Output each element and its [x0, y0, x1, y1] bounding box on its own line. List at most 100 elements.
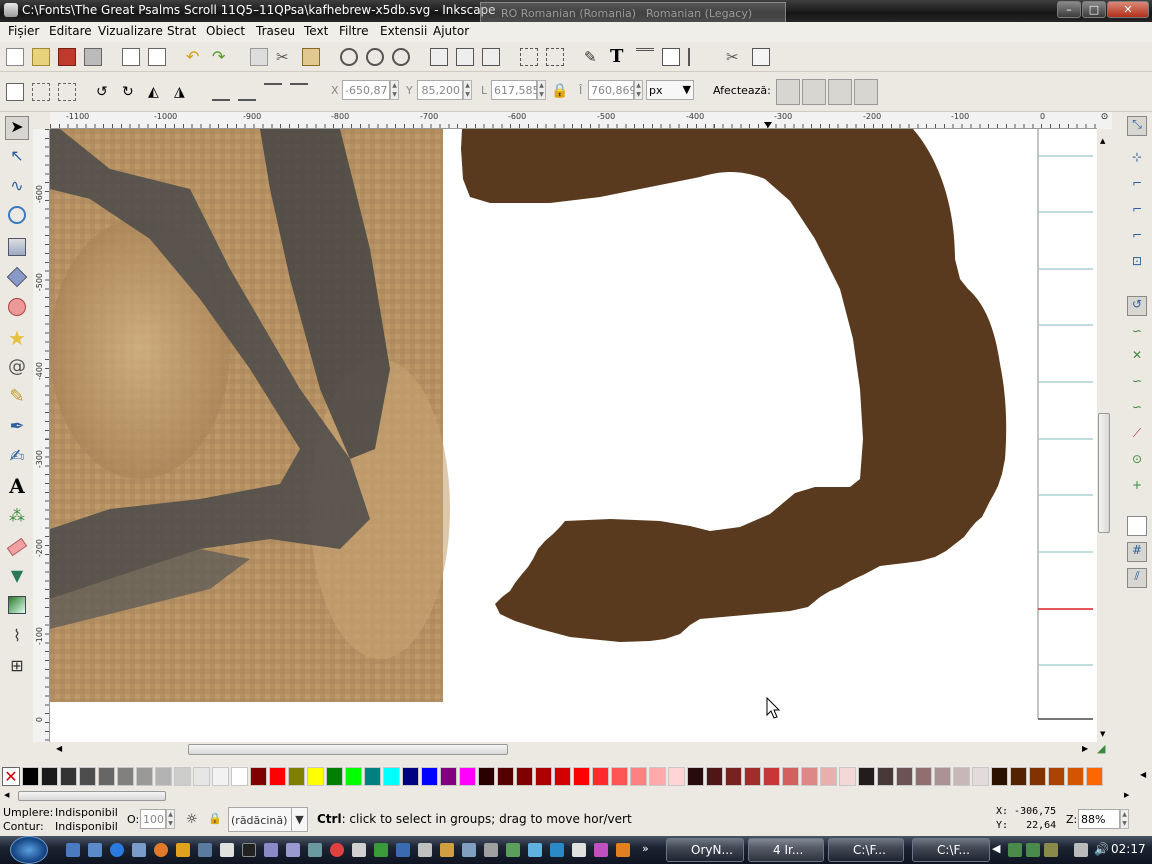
unit-select[interactable]: px ▼ — [646, 80, 694, 100]
snap-rotation-center-icon[interactable]: + — [1127, 478, 1147, 498]
quick-launch-icon[interactable] — [308, 843, 322, 857]
taskbar-task[interactable]: 4 Ir... — [748, 838, 824, 862]
deselect-icon[interactable] — [58, 83, 76, 101]
zoom-drawing-icon[interactable] — [366, 48, 384, 66]
color-swatch[interactable] — [820, 767, 837, 786]
horizontal-scroll-thumb[interactable] — [188, 744, 508, 755]
zoom-spinner[interactable]: ▲ ▼ — [1120, 809, 1129, 829]
select-all-icon[interactable] — [6, 83, 24, 101]
paint-bucket-tool-icon[interactable]: ▼ — [5, 566, 29, 590]
tray-expand-icon[interactable]: ◀ — [992, 842, 1000, 855]
color-swatch[interactable] — [896, 767, 913, 786]
zoom-field[interactable]: 88% — [1078, 809, 1120, 829]
y-spinner[interactable]: ▲ ▼ — [463, 80, 472, 100]
color-swatch[interactable] — [440, 767, 457, 786]
quick-launch-icon[interactable] — [198, 843, 212, 857]
taskbar-task[interactable]: C:\F... — [828, 838, 904, 862]
language-indicator[interactable]: RO Romanian (Romania) — [501, 7, 636, 20]
color-swatch[interactable] — [60, 767, 77, 786]
selector-tool-icon[interactable]: ➤ — [5, 116, 29, 140]
color-swatch[interactable] — [79, 767, 96, 786]
color-swatch[interactable] — [573, 767, 590, 786]
color-swatch[interactable] — [1029, 767, 1046, 786]
snap-bbox-edges-icon[interactable]: ⌐ — [1127, 176, 1147, 196]
zoom-selection-icon[interactable] — [340, 48, 358, 66]
keyboard-layout[interactable]: Romanian (Legacy) — [646, 7, 752, 20]
snap-smooth-nodes-icon[interactable]: ∽ — [1127, 400, 1147, 420]
palette-scroll-left-icon[interactable]: ◀ — [4, 791, 9, 799]
ellipse-tool-icon[interactable] — [8, 298, 26, 316]
color-swatch[interactable] — [478, 767, 495, 786]
star-tool-icon[interactable]: ★ — [5, 326, 29, 350]
show-desktop-icon[interactable] — [66, 843, 80, 857]
new-document-icon[interactable] — [6, 48, 24, 66]
scroll-right-icon[interactable]: ▶ — [1082, 744, 1088, 753]
language-bar[interactable]: RO Romanian (Romania) Romanian (Legacy) — [480, 2, 786, 23]
color-swatch[interactable] — [231, 767, 248, 786]
cut-icon[interactable]: ✂ — [276, 48, 294, 66]
snap-guide-icon[interactable]: ⫽ — [1127, 568, 1147, 588]
zoom-1-1-icon[interactable]: ⊙ — [1097, 112, 1112, 129]
color-swatch[interactable] — [649, 767, 666, 786]
lower-to-bottom-icon[interactable] — [212, 83, 230, 101]
maximize-button[interactable]: □ — [1082, 1, 1106, 18]
color-swatch[interactable] — [763, 767, 780, 786]
color-swatch[interactable] — [991, 767, 1008, 786]
color-swatch[interactable] — [611, 767, 628, 786]
vlc-icon[interactable] — [616, 843, 630, 857]
scroll-up-icon[interactable]: ▲ — [1100, 137, 1105, 145]
quick-launch-icon[interactable] — [396, 843, 410, 857]
quick-launch-icon[interactable] — [440, 843, 454, 857]
spiral-tool-icon[interactable]: @ — [5, 356, 29, 380]
menu-edit[interactable]: Editare — [49, 24, 92, 38]
color-swatch[interactable] — [839, 767, 856, 786]
scroll-down-icon[interactable]: ▼ — [1100, 730, 1105, 738]
horizontal-ruler[interactable]: -1100 -1000 -900 -800 -700 -600 -500 -40… — [50, 112, 1097, 129]
menu-text[interactable]: Text — [304, 24, 328, 38]
connector-tool-icon[interactable]: ⊞ — [5, 656, 29, 680]
menu-filters[interactable]: Filtre — [339, 24, 368, 38]
color-swatch[interactable] — [1048, 767, 1065, 786]
color-swatch[interactable] — [497, 767, 514, 786]
palette-scroll-right-icon[interactable]: ▶ — [1124, 791, 1129, 799]
no-paint-swatch[interactable]: ✕ — [2, 767, 20, 786]
color-swatch[interactable] — [421, 767, 438, 786]
color-swatch[interactable] — [934, 767, 951, 786]
palette-menu-icon[interactable]: ◀ — [1140, 770, 1146, 779]
gradient-tool-icon[interactable] — [8, 596, 26, 614]
rectangle-tool-icon[interactable] — [8, 238, 26, 256]
color-swatch[interactable] — [1010, 767, 1027, 786]
color-swatch[interactable] — [1086, 767, 1103, 786]
snap-page-border-icon[interactable] — [1127, 516, 1147, 536]
quick-launch-icon[interactable] — [418, 843, 432, 857]
color-swatch[interactable] — [801, 767, 818, 786]
color-swatch[interactable] — [953, 767, 970, 786]
snap-bbox-icon[interactable]: ⊹ — [1127, 150, 1147, 170]
align-distribute-icon[interactable] — [688, 48, 706, 66]
color-swatch[interactable] — [174, 767, 191, 786]
quick-launch-icon[interactable] — [572, 843, 586, 857]
import-icon[interactable] — [122, 48, 140, 66]
calligraphy-tool-icon[interactable]: ✍ — [5, 446, 29, 470]
height-spinner[interactable]: ▲ ▼ — [634, 80, 643, 100]
transform-patterns-icon[interactable] — [854, 79, 878, 105]
scale-stroke-icon[interactable] — [776, 79, 800, 105]
color-swatch[interactable] — [687, 767, 704, 786]
color-swatch[interactable] — [972, 767, 989, 786]
quick-launch-icon[interactable] — [264, 843, 278, 857]
preferences-icon[interactable]: ✂ — [726, 48, 744, 66]
quick-launch-icon[interactable] — [220, 843, 234, 857]
document-properties-icon[interactable] — [752, 48, 770, 66]
print-icon[interactable] — [84, 48, 102, 66]
color-swatch[interactable] — [592, 767, 609, 786]
color-swatch[interactable] — [535, 767, 552, 786]
quick-launch-icon[interactable] — [132, 843, 146, 857]
pencil-tool-icon[interactable]: ✎ — [5, 386, 29, 410]
quick-launch-icon[interactable] — [484, 843, 498, 857]
menu-help[interactable]: Ajutor — [433, 24, 469, 38]
pen-tool-icon[interactable]: ✒ — [5, 416, 29, 440]
snap-nodes-icon[interactable]: ↺ — [1127, 296, 1147, 316]
color-swatch[interactable] — [98, 767, 115, 786]
eraser-tool-icon[interactable] — [6, 537, 28, 557]
color-swatch[interactable] — [858, 767, 875, 786]
